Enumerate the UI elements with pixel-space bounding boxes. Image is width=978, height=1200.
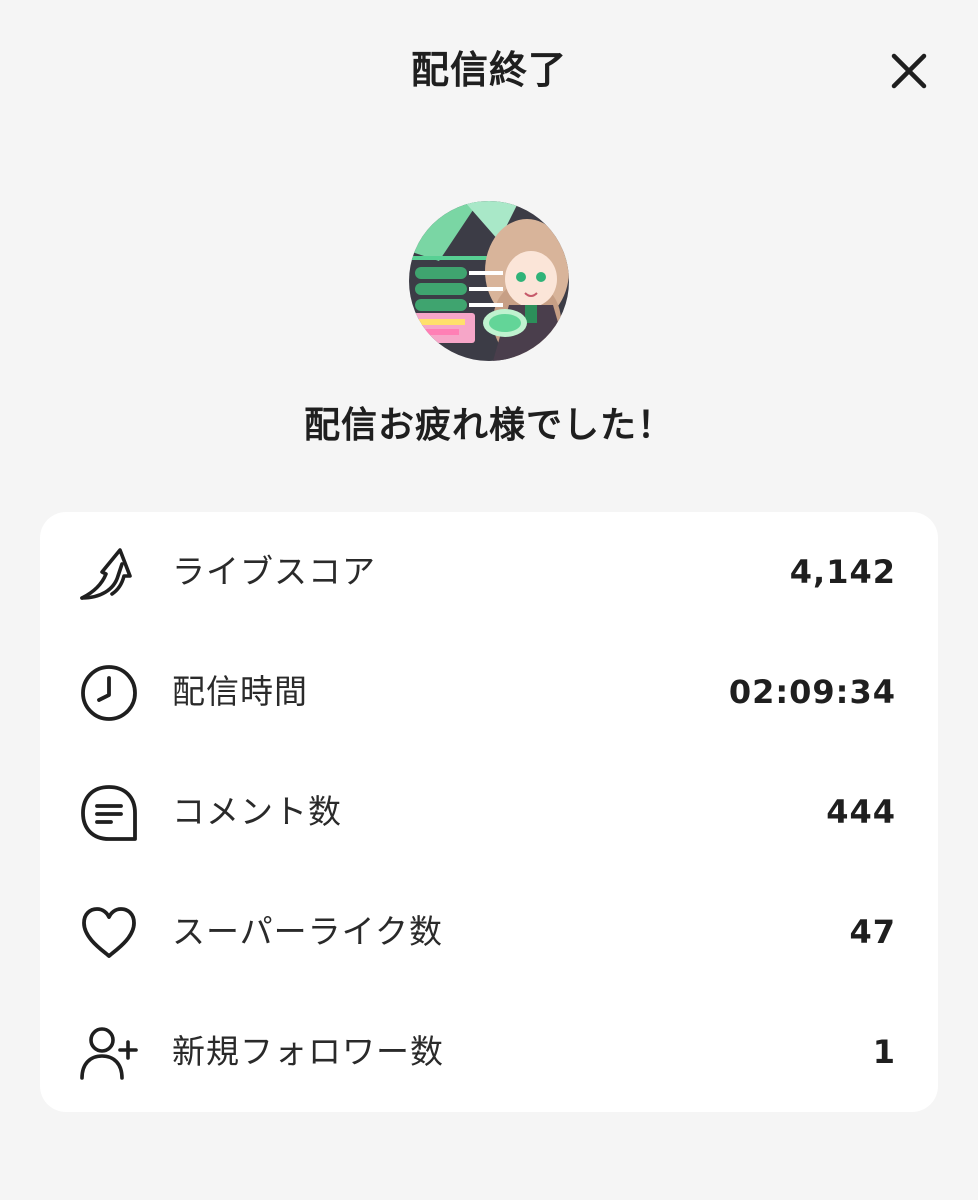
stat-value: 1 [872,1033,896,1071]
close-icon [891,53,927,89]
stat-label: スーパーライク数 [172,912,444,951]
heart-icon [82,907,136,958]
avatar-image [409,201,569,361]
stat-row-live-score: ライブスコア 4,142 [40,512,938,632]
stat-label: 配信時間 [172,672,308,711]
stat-row-comments: コメント数 444 [40,752,938,872]
page-title: 配信終了 [410,48,567,92]
stream-end-screen: 配信終了 配信お疲れ様でした！ ライブスコア 4,142 配信時間 02:09:… [0,0,978,1200]
close-button[interactable] [884,46,934,96]
stat-row-super-likes: スーパーライク数 47 [40,872,938,992]
score-arrow-icon [80,548,132,600]
stat-row-stream-time: 配信時間 02:09:34 [40,632,938,752]
stat-label: 新規フォロワー数 [172,1032,444,1071]
stat-label: コメント数 [172,792,342,831]
stat-label: ライブスコア [172,552,376,591]
comment-icon [81,785,137,841]
stat-row-new-followers: 新規フォロワー数 1 [40,992,938,1112]
stat-value: 4,142 [789,553,896,591]
clock-icon [81,665,137,721]
stat-value: 02:09:34 [728,673,896,711]
add-user-icon [80,1027,138,1080]
stats-card: ライブスコア 4,142 配信時間 02:09:34 コメント数 444 スーパ… [40,512,938,1112]
streamer-avatar[interactable] [409,201,569,361]
thank-you-message: 配信お疲れ様でした！ [303,405,674,446]
stat-value: 47 [849,913,896,951]
stat-value: 444 [826,793,896,831]
